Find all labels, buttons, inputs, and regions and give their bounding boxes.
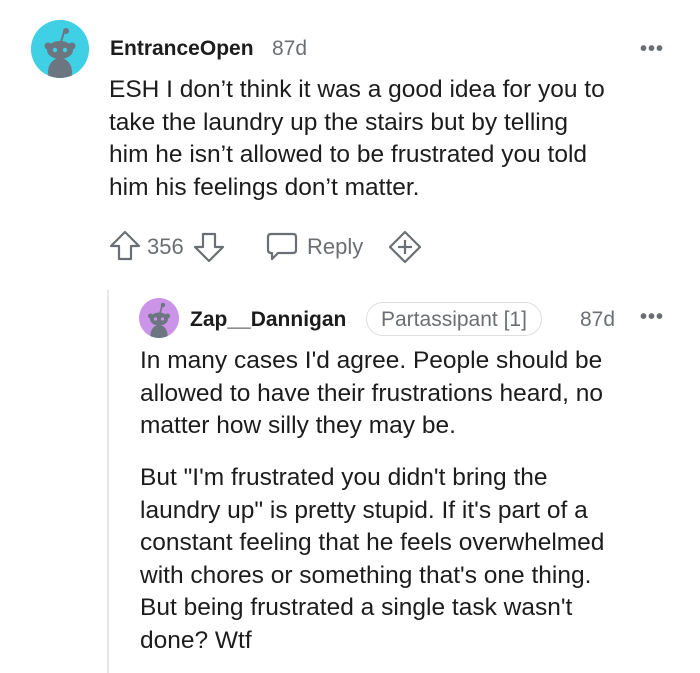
reply-label: Reply [307,234,364,259]
downvote-button[interactable] [192,230,226,264]
reply-age: 87d [580,308,616,331]
reply-button[interactable]: Reply [265,229,365,263]
plus-award-icon [388,230,422,264]
snoo-avatar-icon [31,20,89,78]
reply-paragraph-1: In many cases I'd agree. People should b… [140,347,604,439]
thread-line[interactable] [107,290,109,673]
reply-username[interactable]: Zap__Dannigan [190,308,346,332]
comment-body: ESH I don’t think it was a good idea for… [109,76,605,201]
upvote-button[interactable] [108,229,142,263]
comment-username[interactable]: EntranceOpen [110,37,254,61]
more-options-icon[interactable]: ••• [640,306,664,329]
reply-avatar[interactable] [139,298,179,338]
more-options-icon[interactable]: ••• [640,38,664,61]
chat-bubble-icon [266,232,298,261]
reply-paragraph-2: But "I'm frustrated you didn't bring the… [140,464,605,654]
award-button[interactable] [387,229,423,265]
arrow-down-icon [193,232,225,263]
avatar[interactable] [31,20,89,78]
user-flair-badge: Partassipant [1] [366,302,542,336]
vote-score: 356 [147,234,184,259]
comment-age: 87d [272,37,308,60]
arrow-up-icon [109,230,141,261]
snoo-avatar-icon [139,298,179,338]
